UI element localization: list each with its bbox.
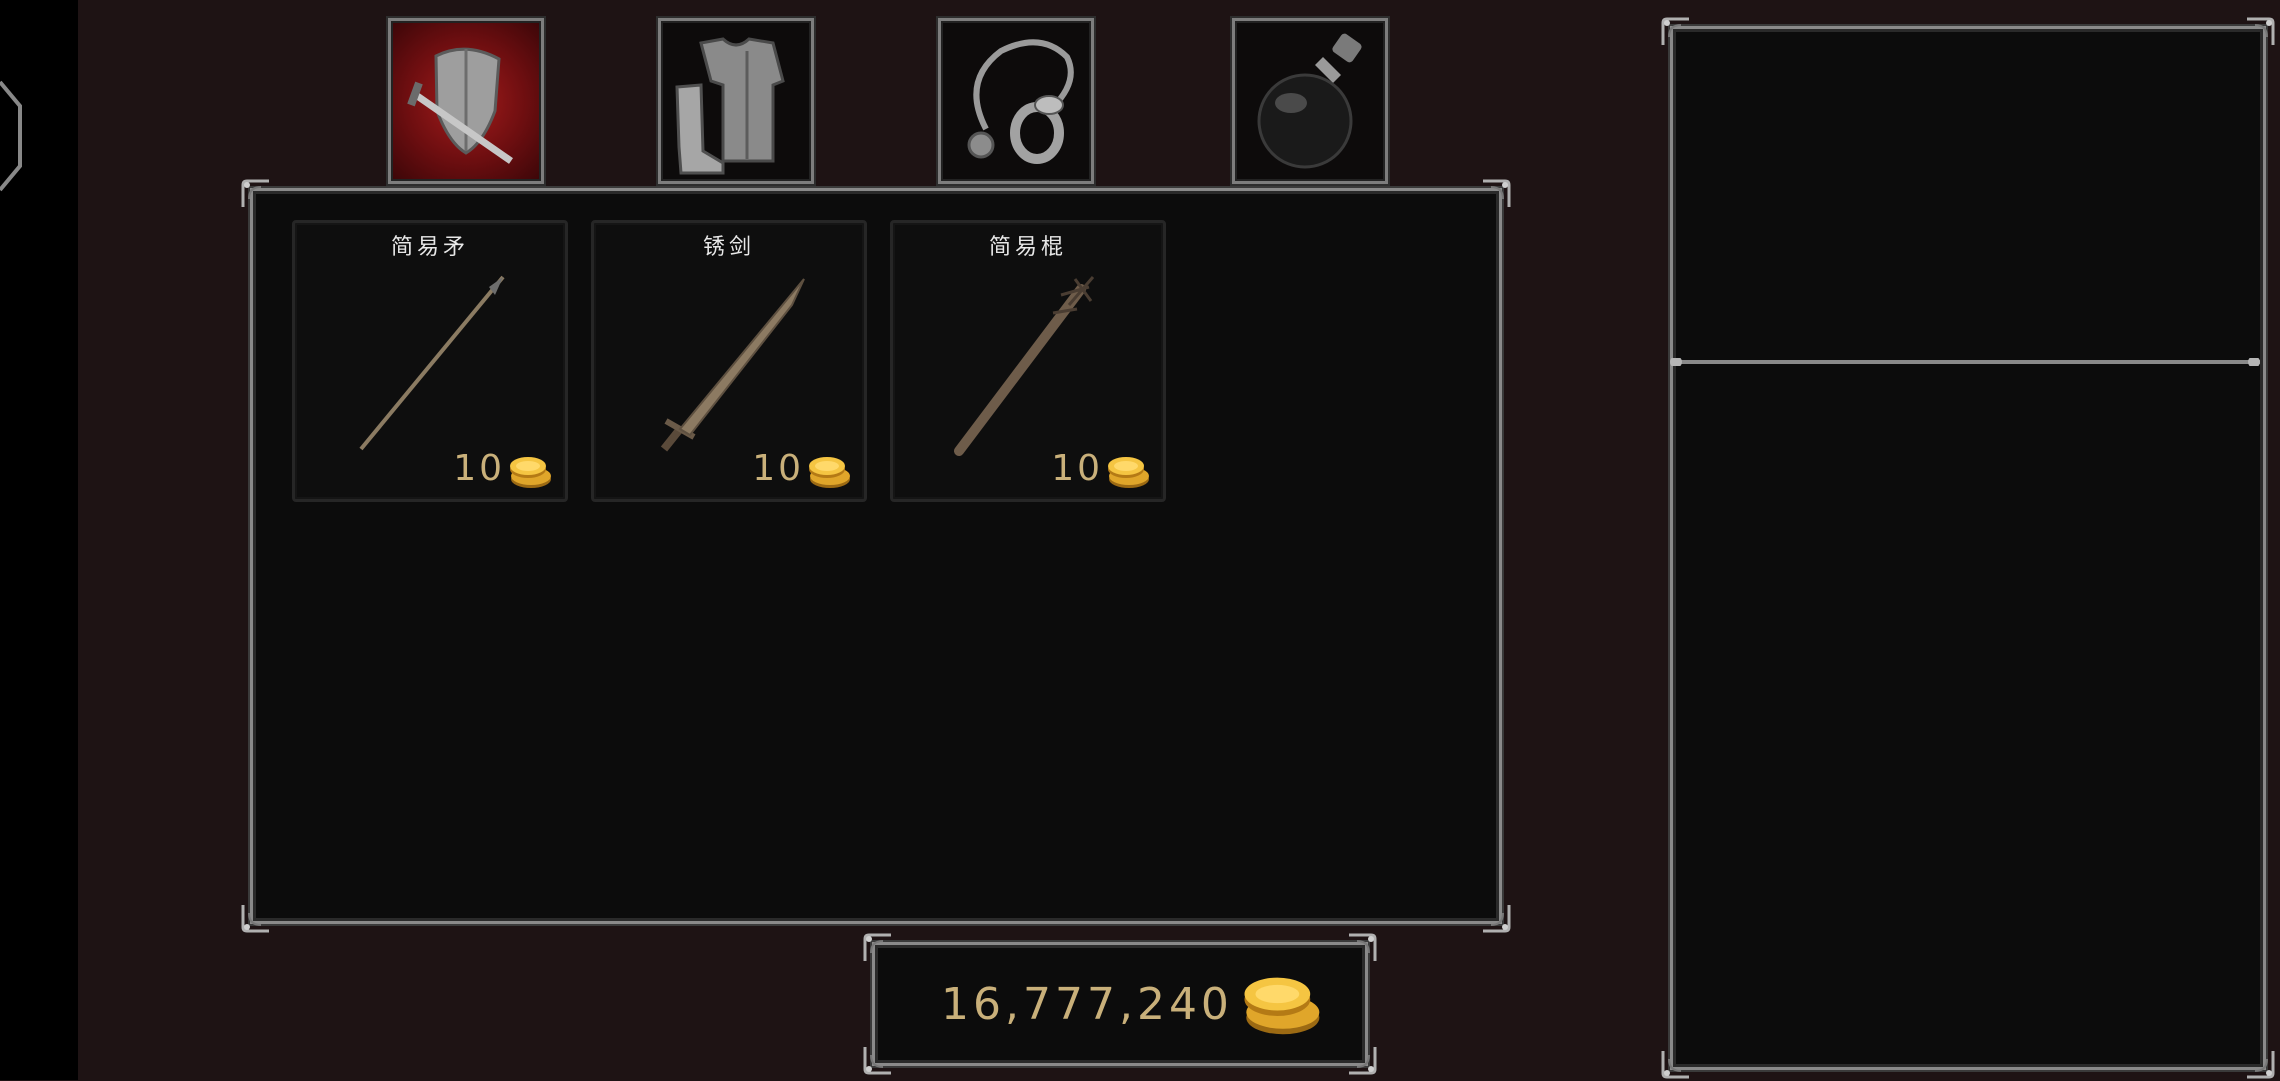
tab-armor[interactable] [658, 18, 814, 184]
corner-ornament-icon [861, 931, 895, 965]
detail-panel-divider [1670, 358, 2260, 366]
gold-coin-icon [507, 455, 553, 489]
item-name: 简易矛 [390, 235, 469, 260]
spiked-club-icon [954, 276, 1095, 456]
spear-icon [359, 275, 505, 451]
tab-weapons[interactable] [388, 18, 544, 184]
item-price: 10 [752, 448, 804, 489]
corner-ornament-icon [239, 901, 273, 935]
back-hexagon-icon[interactable] [0, 76, 30, 196]
armor-icon [675, 37, 785, 175]
gold-coin-icon [1105, 455, 1151, 489]
potion-icon [1257, 33, 1362, 169]
gold-coin-icon [806, 455, 852, 489]
corner-ornament-icon [1479, 901, 1513, 935]
item-name: 简易棍 [988, 235, 1067, 260]
corner-ornament-icon [861, 1043, 895, 1077]
corner-ornament-icon [1345, 1043, 1379, 1077]
item-name: 锈剑 [702, 235, 755, 260]
shield-sword-icon [407, 47, 513, 164]
rusty-sword-icon [660, 278, 805, 452]
item-card-rusty-sword[interactable]: 锈剑 10 [591, 220, 867, 502]
gold-balance-display: 16,777,240 [872, 942, 1368, 1066]
corner-ornament-icon [1659, 15, 1693, 49]
gold-coin-icon [1239, 969, 1323, 1041]
corner-ornament-icon [2243, 15, 2277, 49]
tab-accessories[interactable] [938, 18, 1094, 184]
corner-ornament-icon [1479, 177, 1513, 211]
corner-ornament-icon [239, 177, 273, 211]
system-left-bar [0, 0, 78, 1080]
item-card-spiked-club[interactable]: 简易棍 10 [890, 220, 1166, 502]
item-card-spear[interactable]: 简易矛 10 [292, 220, 568, 502]
corner-ornament-icon [2243, 1047, 2277, 1081]
tab-consumables[interactable] [1232, 18, 1388, 184]
item-price: 10 [453, 448, 505, 489]
item-price: 10 [1051, 448, 1103, 489]
gold-amount: 16,777,240 [941, 979, 1233, 1030]
corner-ornament-icon [1345, 931, 1379, 965]
item-detail-panel [1670, 26, 2266, 1070]
corner-ornament-icon [1659, 1047, 1693, 1081]
ring-amulet-icon [967, 39, 1074, 164]
